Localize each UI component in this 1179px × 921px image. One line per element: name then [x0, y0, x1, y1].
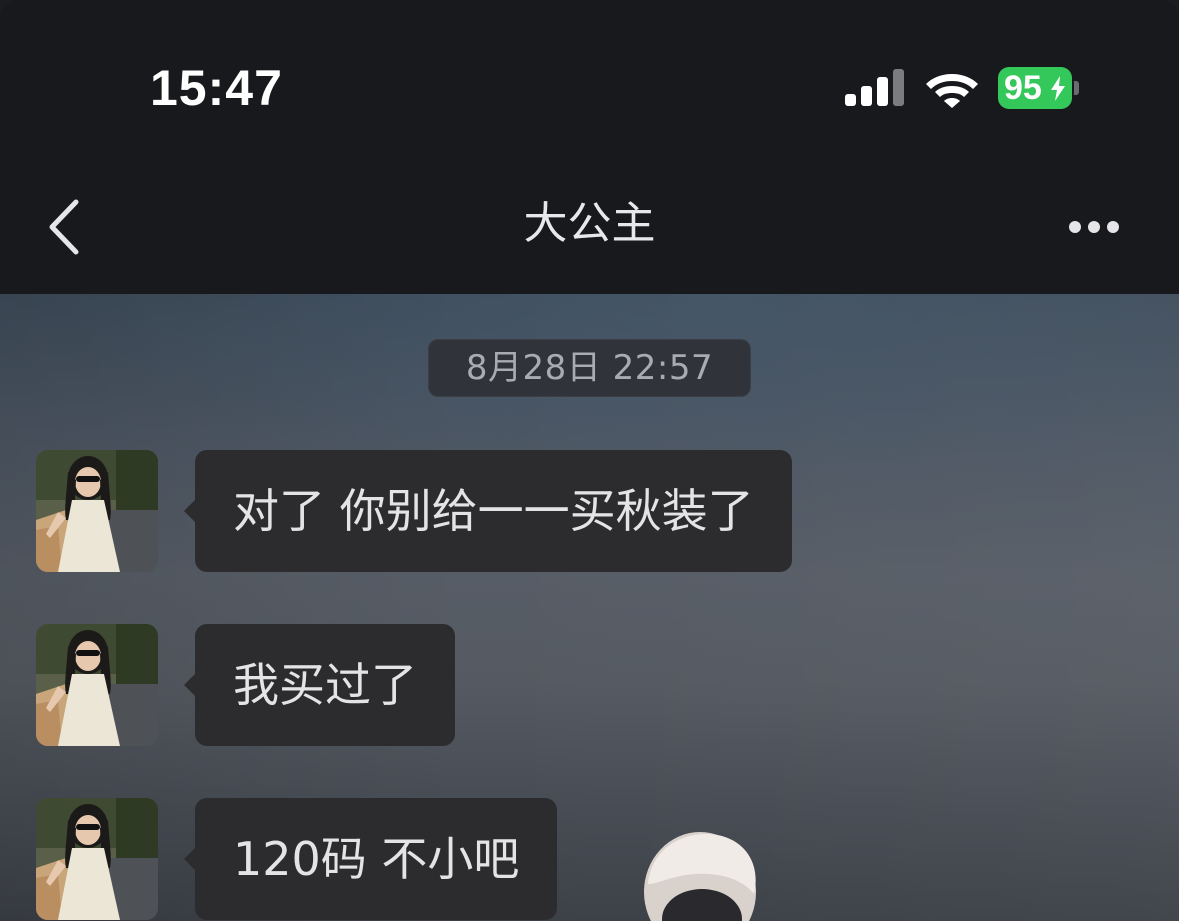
- wifi-icon: [926, 74, 978, 108]
- contact-avatar[interactable]: [36, 798, 158, 920]
- message-row: 120码 不小吧: [36, 798, 596, 921]
- battery-level: 95: [1004, 69, 1042, 107]
- message-row: 对了 你别给一一买秋装了: [36, 450, 856, 574]
- contact-avatar[interactable]: [36, 450, 158, 572]
- chat-screen: 15:47 95 大公主 8月28日 22:57 对了 你别给一一买秋装了 我买…: [0, 0, 1179, 921]
- message-bubble[interactable]: 对了 你别给一一买秋装了: [195, 450, 792, 572]
- message-bubble[interactable]: 120码 不小吧: [195, 798, 558, 920]
- message-row: 我买过了: [36, 624, 496, 748]
- nav-bar: 大公主: [0, 150, 1179, 294]
- chat-title: 大公主: [523, 198, 656, 249]
- status-time: 15:47: [150, 60, 283, 116]
- contact-avatar[interactable]: [36, 624, 158, 746]
- more-dots-icon[interactable]: [1062, 212, 1126, 242]
- chat-timestamp: 8月28日 22:57: [428, 339, 751, 397]
- message-bubble[interactable]: 我买过了: [195, 624, 455, 746]
- cellular-signal-icon: [845, 68, 905, 106]
- wallpaper-figure: [644, 832, 756, 921]
- battery-charging-icon: 95: [998, 67, 1080, 109]
- status-bar: 15:47 95: [0, 0, 1179, 150]
- chat-area[interactable]: 8月28日 22:57 对了 你别给一一买秋装了 我买过了 120码 不小吧: [0, 294, 1179, 921]
- charging-bolt-icon: [1051, 76, 1065, 101]
